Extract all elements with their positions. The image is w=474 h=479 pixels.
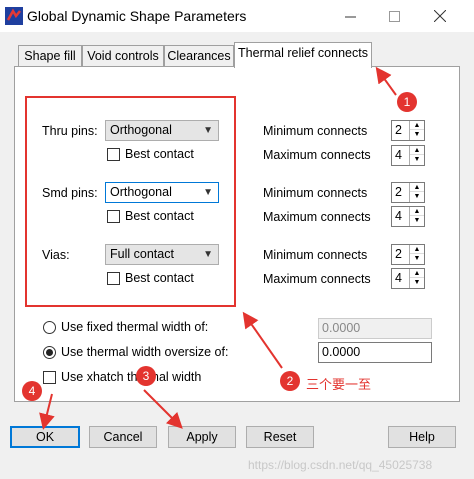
thru-pins-min-label: Minimum connects — [263, 124, 368, 138]
ok-button[interactable]: OK — [10, 426, 80, 448]
minimize-icon[interactable] — [328, 0, 372, 32]
annotation-badge-1: 1 — [397, 92, 417, 112]
vias-min-value: 2 — [395, 247, 402, 261]
annotation-badge-3: 3 — [136, 366, 156, 386]
fixed-thermal-width-label: Use fixed thermal width of: — [61, 320, 209, 334]
vias-min-spinner[interactable]: 2 ▲ ▼ — [391, 244, 425, 265]
spin-down-icon[interactable]: ▼ — [410, 130, 424, 139]
smd-pins-max-value: 4 — [395, 209, 402, 223]
tab-void-controls[interactable]: Void controls — [82, 45, 164, 67]
spin-down-icon[interactable]: ▼ — [410, 216, 424, 225]
thermal-width-oversize-label: Use thermal width oversize of: — [61, 345, 229, 359]
watermark: https://blog.csdn.net/qq_45025738 — [248, 458, 433, 472]
thru-pins-max-spinner[interactable]: 4 ▲ ▼ — [391, 145, 425, 166]
spin-up-icon[interactable]: ▲ — [410, 183, 424, 192]
smd-pins-max-label: Maximum connects — [263, 210, 371, 224]
vias-max-label: Maximum connects — [263, 272, 371, 286]
help-button[interactable]: Help — [388, 426, 456, 448]
reset-button[interactable]: Reset — [246, 426, 314, 448]
spin-up-icon[interactable]: ▲ — [410, 245, 424, 254]
thru-pins-max-value: 4 — [395, 148, 402, 162]
spin-down-icon[interactable]: ▼ — [410, 192, 424, 201]
cancel-button[interactable]: Cancel — [89, 426, 157, 448]
xhatch-thermal-width-label: Use xhatch thermal width — [61, 370, 202, 384]
smd-pins-min-label: Minimum connects — [263, 186, 368, 200]
thermal-width-oversize-radio[interactable] — [43, 346, 56, 359]
vias-max-value: 4 — [395, 271, 402, 285]
fixed-thermal-width-radio[interactable] — [43, 321, 56, 334]
spin-up-icon[interactable]: ▲ — [410, 146, 424, 155]
close-icon[interactable] — [418, 0, 462, 32]
thru-pins-min-value: 2 — [395, 123, 402, 137]
smd-pins-min-spinner[interactable]: 2 ▲ ▼ — [391, 182, 425, 203]
smd-pins-max-spinner[interactable]: 4 ▲ ▼ — [391, 206, 425, 227]
annotation-badge-4: 4 — [22, 381, 42, 401]
spin-up-icon[interactable]: ▲ — [410, 207, 424, 216]
tab-thermal-relief-connects[interactable]: Thermal relief connects — [234, 42, 372, 68]
thru-pins-min-spinner[interactable]: 2 ▲ ▼ — [391, 120, 425, 141]
spin-up-icon[interactable]: ▲ — [410, 269, 424, 278]
apply-button[interactable]: Apply — [168, 426, 236, 448]
vias-min-label: Minimum connects — [263, 248, 368, 262]
tab-clearances[interactable]: Clearances — [164, 45, 234, 67]
maximize-icon[interactable] — [372, 0, 416, 32]
xhatch-thermal-width-checkbox[interactable] — [43, 371, 56, 384]
tab-shape-fill[interactable]: Shape fill — [18, 45, 82, 67]
annotation-highlight-box — [25, 96, 236, 307]
annotation-note: 三个要一至 — [306, 377, 372, 392]
app-icon — [5, 7, 23, 25]
spin-up-icon[interactable]: ▲ — [410, 121, 424, 130]
annotation-badge-2: 2 — [280, 371, 300, 391]
thru-pins-max-label: Maximum connects — [263, 148, 371, 162]
window-title: Global Dynamic Shape Parameters — [27, 8, 247, 24]
title-bar: Global Dynamic Shape Parameters — [0, 0, 474, 32]
spin-down-icon[interactable]: ▼ — [410, 254, 424, 263]
thermal-width-oversize-input[interactable]: 0.0000 — [318, 342, 432, 363]
vias-max-spinner[interactable]: 4 ▲ ▼ — [391, 268, 425, 289]
spin-down-icon[interactable]: ▼ — [410, 155, 424, 164]
smd-pins-min-value: 2 — [395, 185, 402, 199]
fixed-thermal-width-input[interactable]: 0.0000 — [318, 318, 432, 339]
spin-down-icon[interactable]: ▼ — [410, 278, 424, 287]
